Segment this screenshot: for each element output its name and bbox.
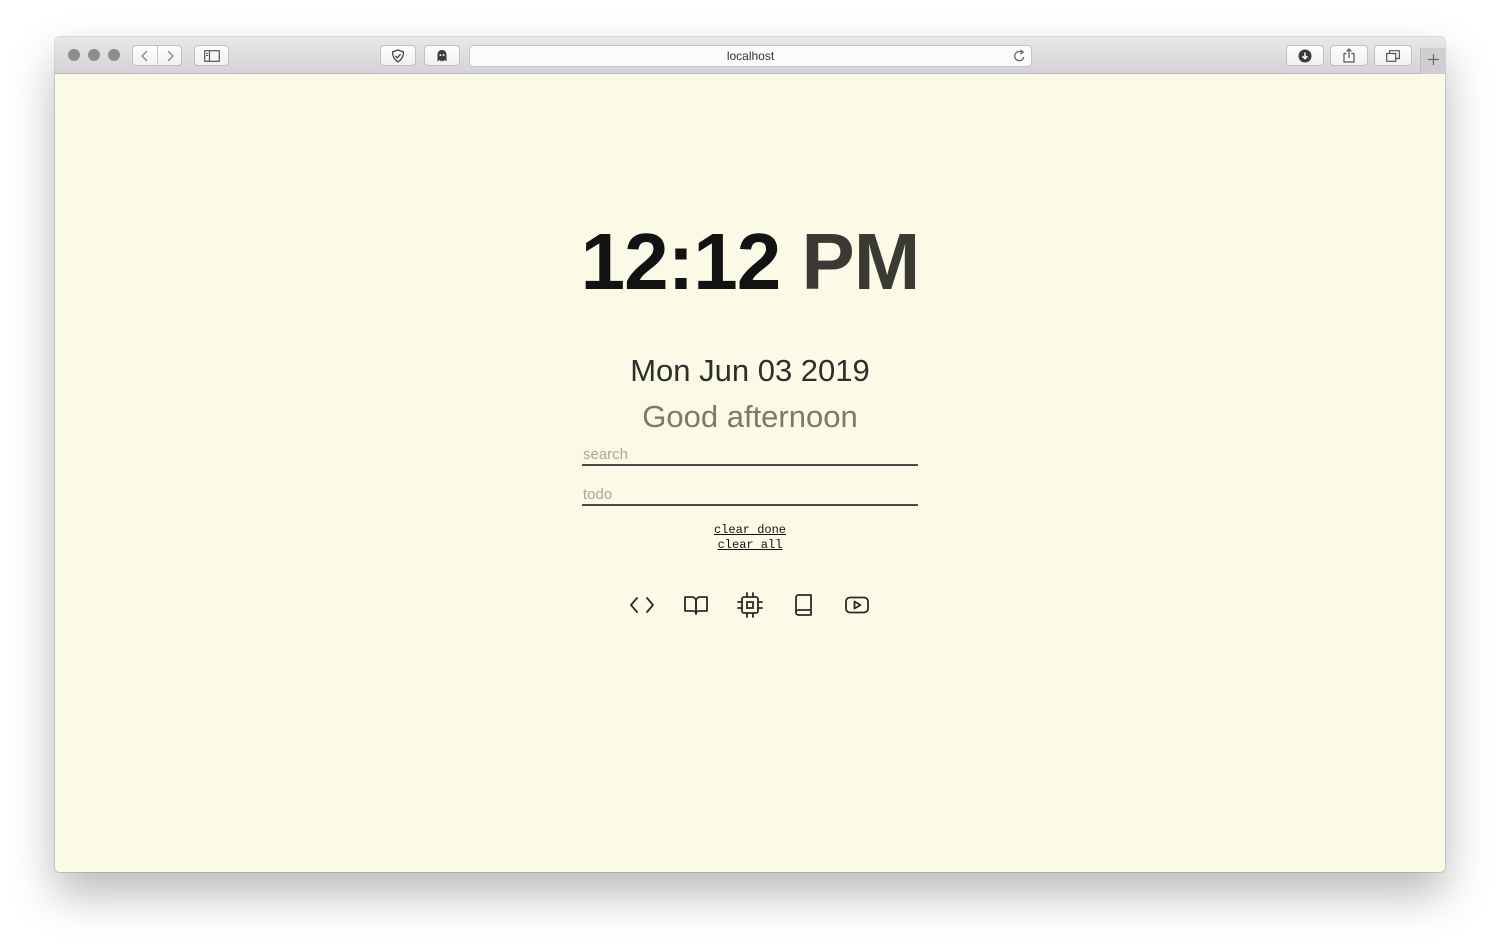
- shield-icon: [391, 48, 405, 63]
- ghostery-extension-button[interactable]: [424, 45, 460, 66]
- search-input[interactable]: [582, 444, 918, 466]
- ghostery-icon: [436, 49, 448, 63]
- clear-done-link[interactable]: clear done: [714, 523, 786, 538]
- shortcut-icons: [628, 592, 874, 618]
- book-icon[interactable]: [790, 592, 816, 618]
- clock-ampm: PM: [801, 217, 920, 306]
- downloads-button[interactable]: [1286, 45, 1324, 66]
- greeting-text: Good afternoon: [642, 399, 858, 434]
- address-bar[interactable]: localhost: [469, 45, 1032, 67]
- close-window-button[interactable]: [68, 49, 80, 61]
- date-text: Mon Jun 03 2019: [630, 353, 870, 388]
- todo-input[interactable]: [582, 484, 918, 506]
- minimize-window-button[interactable]: [88, 49, 100, 61]
- clear-all-link[interactable]: clear all: [718, 538, 783, 553]
- cpu-icon[interactable]: [737, 592, 763, 618]
- share-button[interactable]: [1330, 45, 1368, 66]
- reload-icon[interactable]: [1013, 49, 1026, 68]
- clock: 12:12 PM: [55, 222, 1445, 302]
- tabs-overview-icon: [1386, 49, 1400, 62]
- sidebar-button[interactable]: [194, 45, 229, 66]
- new-tab-button[interactable]: [1420, 48, 1445, 74]
- clock-time: 12:12: [580, 217, 782, 306]
- download-icon: [1298, 49, 1312, 63]
- code-icon[interactable]: [629, 592, 655, 618]
- share-icon: [1343, 48, 1355, 63]
- privacy-extension-button[interactable]: [380, 45, 416, 66]
- tabs-overview-button[interactable]: [1374, 45, 1412, 66]
- forward-icon[interactable]: [165, 50, 175, 62]
- back-forward-buttons: [132, 45, 182, 66]
- zoom-window-button[interactable]: [108, 49, 120, 61]
- url-text: localhost: [726, 49, 775, 63]
- open-book-icon[interactable]: [683, 592, 709, 618]
- todo-actions: clear done clear all: [55, 523, 1445, 553]
- back-icon[interactable]: [140, 50, 150, 62]
- startpage: 12:12 PM Mon Jun 03 2019 Good afternoon …: [55, 74, 1445, 872]
- sidebar-icon: [203, 49, 220, 62]
- browser-toolbar: localhost: [55, 37, 1445, 74]
- new-tab-icon: [1427, 52, 1439, 70]
- browser-window: localhost 12:12 PM Mon Jun 03 2019 Good …: [55, 37, 1445, 872]
- youtube-icon[interactable]: [844, 592, 870, 618]
